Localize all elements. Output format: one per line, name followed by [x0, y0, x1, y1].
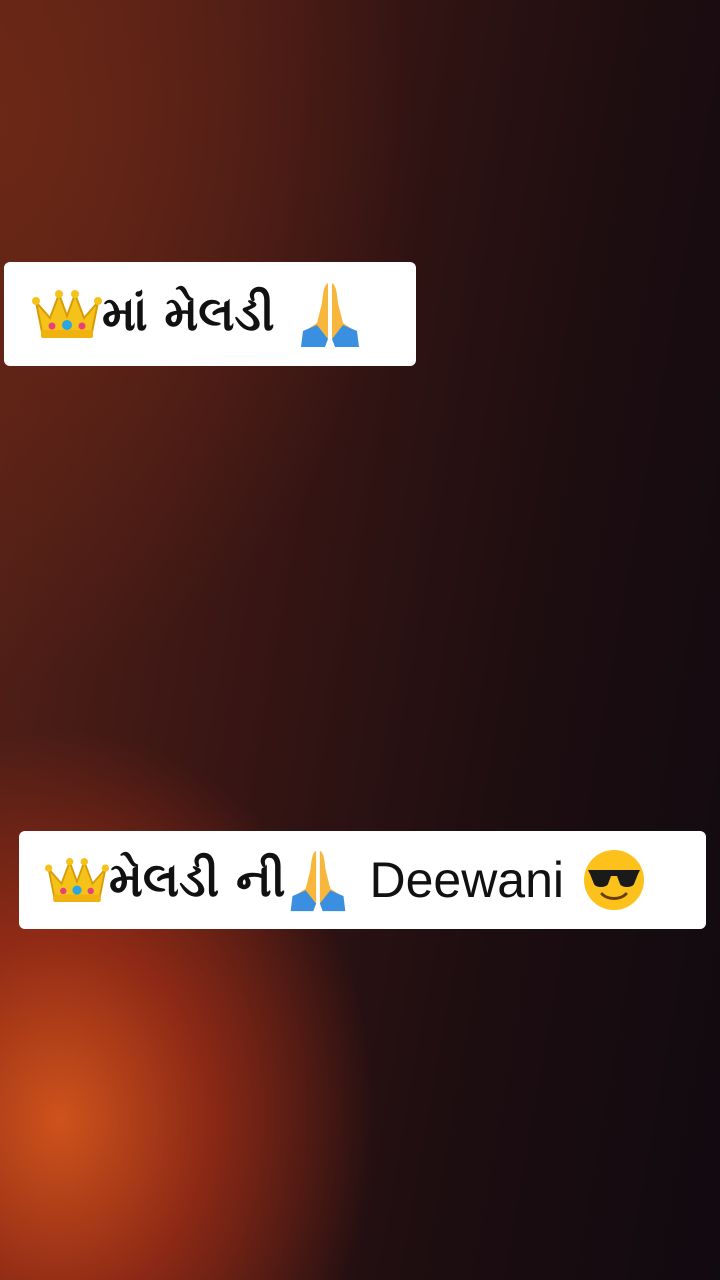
caption-text-bottom: મેલડી ની	[109, 851, 286, 908]
caption-box-bottom: મેલડી ની Deewani	[19, 831, 706, 929]
crown-icon	[45, 858, 109, 902]
caption-box-top: માં મેલડી	[4, 262, 416, 366]
caption-text-top: માં મેલડી	[102, 285, 275, 342]
sunglasses-smiley-icon	[584, 850, 645, 910]
crown-icon	[32, 290, 102, 338]
folded-hands-icon	[300, 283, 359, 347]
folded-hands-icon	[291, 850, 346, 912]
caption-latin-text: Deewani	[369, 852, 565, 908]
